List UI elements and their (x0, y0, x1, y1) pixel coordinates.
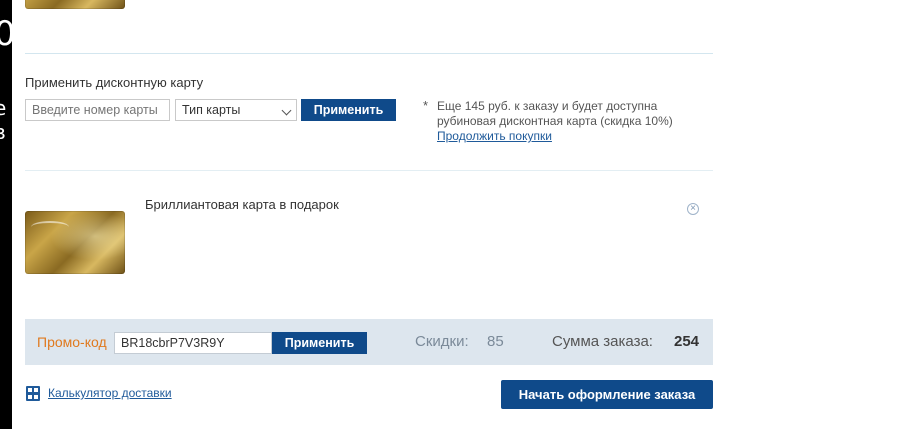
divider-middle (25, 170, 713, 171)
promo-code-label: Промо-код (37, 334, 107, 350)
discount-note-text: Еще 145 руб. к заказу и будет доступна р… (437, 99, 673, 128)
left-edge-char-1: е (0, 96, 7, 120)
card-number-input[interactable] (25, 99, 170, 121)
top-card-image (25, 0, 125, 9)
left-edge-strip: 0 е в (0, 0, 12, 429)
divider-top (25, 53, 713, 54)
discount-label: Скидки: (415, 333, 469, 350)
promo-bar: Промо-код Применить Скидки: 85 Сумма зак… (25, 319, 713, 365)
left-edge-char-0: 0 (0, 14, 12, 54)
order-total-value: 254 (674, 333, 700, 350)
close-icon[interactable]: × (687, 203, 699, 215)
start-checkout-button[interactable]: Начать оформление заказа (501, 380, 713, 409)
delivery-calculator-link[interactable]: Калькулятор доставки (48, 386, 172, 400)
gift-card-image (25, 211, 125, 274)
note-asterisk: * (423, 98, 429, 113)
apply-card-button[interactable]: Применить (301, 99, 396, 121)
left-edge-char-2: в (0, 120, 6, 144)
discount-note: Еще 145 руб. к заказу и будет доступна р… (437, 99, 697, 144)
order-total-label: Сумма заказа: (552, 333, 653, 350)
card-type-value: Тип карты (182, 103, 241, 117)
apply-promo-button[interactable]: Применить (272, 332, 367, 354)
discount-value: 85 (487, 333, 504, 350)
card-logo-icon (31, 221, 69, 233)
promo-code-input[interactable] (114, 332, 272, 354)
chevron-down-icon (281, 105, 292, 116)
discount-card-title: Применить дисконтную карту (25, 75, 204, 90)
gift-card-title: Бриллиантовая карта в подарок (145, 197, 339, 212)
calculator-icon[interactable] (26, 386, 40, 401)
card-type-select[interactable]: Тип карты (175, 99, 297, 121)
continue-shopping-link[interactable]: Продолжить покупки (437, 129, 552, 143)
